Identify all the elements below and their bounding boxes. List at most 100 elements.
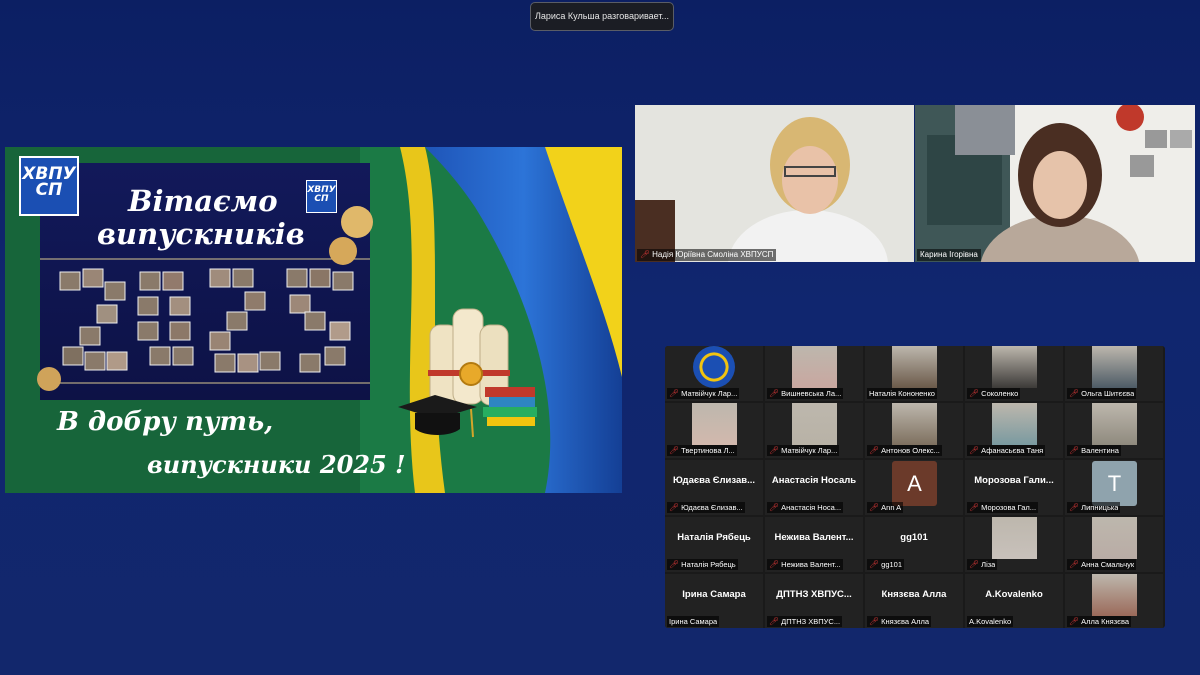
participant-video (1092, 403, 1137, 445)
mic-muted-icon: 🎤︎ (869, 446, 880, 455)
participant-display-name: Нежива Валент... (774, 532, 854, 543)
participant-name-label: 🎤︎ Морозова Гал... (967, 502, 1039, 513)
participant-tile[interactable]: Наталія Кононенко (865, 346, 963, 401)
participant-name-label: 🎤︎ Наталія Рябець (667, 559, 738, 570)
participant-name: Ann A (881, 503, 902, 512)
participant-tile[interactable]: 🎤︎ Валентина (1065, 403, 1163, 458)
slide-title-line1: Вітаємо (128, 184, 278, 218)
participant-name-label: 🎤︎ Матвійчук Лар... (767, 445, 840, 456)
participant-video (1092, 346, 1137, 388)
participant-name-label: 🎤︎ Юдаєва Єлизав... (667, 502, 745, 513)
mic-muted-icon: 🎤︎ (669, 446, 680, 455)
mic-muted-icon: 🎤︎ (769, 446, 780, 455)
speaker-name-label: Карина Ігорівна (917, 249, 981, 261)
participant-name-label: 🎤︎ Липницька (1067, 502, 1121, 513)
participant-display-name: Князєва Алла (881, 589, 947, 600)
mic-muted-icon: 🎤︎ (1069, 446, 1080, 455)
participant-video (792, 403, 837, 445)
participant-name: Алла Князєва (1081, 617, 1130, 626)
participant-tile[interactable]: 🎤︎ Антонов Олекс... (865, 403, 963, 458)
slide-farewell-line1: В добру путь, (57, 407, 274, 437)
participant-name-label: 🎤︎ Нежива Валент... (767, 559, 843, 570)
participant-video (992, 403, 1037, 445)
participant-name-label: Наталія Кононенко (867, 388, 937, 399)
shared-slide: ХВПУ СП ХВПУ СП Вітаємо випускників В до… (5, 147, 622, 493)
participant-display-name: Ірина Самара (682, 589, 746, 600)
participant-video (792, 346, 837, 388)
participant-name: gg101 (881, 560, 903, 569)
participant-tile[interactable]: 🎤︎ Алла Князєва (1065, 574, 1163, 628)
school-logo-small: ХВПУ СП (306, 180, 337, 213)
mic-muted-icon: 🎤︎ (769, 617, 780, 626)
participant-tile[interactable]: 🎤︎ Ольга Шитєєва (1065, 346, 1163, 401)
participant-tile[interactable]: 🎤︎ Матвійчук Лар... (665, 346, 763, 401)
participant-name-label: 🎤︎ Анастасія Носа... (767, 502, 844, 513)
participant-name: Князєва Алла (881, 617, 930, 626)
participant-name: Матвійчук Лар... (681, 389, 738, 398)
participant-video (992, 346, 1037, 388)
participant-name: Морозова Гал... (981, 503, 1037, 512)
participant-name: Наталія Кононенко (869, 389, 935, 398)
participant-name: Анна Смальчук (1081, 560, 1135, 569)
participant-tile[interactable]: 🎤︎ Матвійчук Лар... (765, 403, 863, 458)
participant-name: Матвійчук Лар... (781, 446, 838, 455)
mic-muted-icon: 🎤︎ (1069, 503, 1080, 512)
participant-tile[interactable]: 🎤︎ Анна Смальчук (1065, 517, 1163, 572)
participant-tile[interactable]: 🎤︎ Афанасьєва Таня (965, 403, 1063, 458)
speaker-video-1[interactable]: 🎤︎ Надія Юріївна Смоліна ХВПУСП (635, 105, 914, 262)
participant-name-label: 🎤︎ Ліза (967, 559, 998, 570)
participant-name-label: 🎤︎ Князєва Алла (867, 616, 932, 627)
mic-muted-icon: 🎤︎ (640, 250, 651, 259)
mic-muted-icon: 🎤︎ (669, 389, 680, 398)
participant-name-label: 🎤︎ Ann A (867, 502, 904, 513)
participant-gallery: 🎤︎ Матвійчук Лар... 🎤︎ Вишневська Ла... Ната… (665, 346, 1165, 628)
mic-muted-icon: 🎤︎ (969, 560, 980, 569)
participant-display-name: Наталія Рябець (677, 532, 751, 543)
participant-name: Вишневська Ла... (781, 389, 842, 398)
participant-tile[interactable]: Юдаєва Єлизав... 🎤︎ Юдаєва Єлизав... (665, 460, 763, 515)
participant-video (1092, 517, 1137, 559)
participant-tile[interactable]: ДПТНЗ ХВПУС... 🎤︎ ДПТНЗ ХВПУС... (765, 574, 863, 628)
speaker-name: Надія Юріївна Смоліна ХВПУСП (652, 250, 774, 259)
participant-name: Юдаєва Єлизав... (681, 503, 743, 512)
participant-name-label: 🎤︎ Валентина (1067, 445, 1121, 456)
participant-tile[interactable]: 🎤︎ Соколенко (965, 346, 1063, 401)
participant-tile[interactable]: Морозова Гали... 🎤︎ Морозова Гал... (965, 460, 1063, 515)
participant-tile[interactable]: Нежива Валент... 🎤︎ Нежива Валент... (765, 517, 863, 572)
books (483, 387, 537, 426)
participant-tile[interactable]: Князєва Алла 🎤︎ Князєва Алла (865, 574, 963, 628)
mic-muted-icon: 🎤︎ (969, 389, 980, 398)
participant-tile[interactable]: A.Kovalenko A.Kovalenko (965, 574, 1063, 628)
participant-name: Твертинова Л... (681, 446, 735, 455)
participant-display-name: Морозова Гали... (974, 475, 1054, 486)
participant-name: Ольга Шитєєва (1081, 389, 1135, 398)
participant-tile[interactable]: 🎤︎ Вишневська Ла... (765, 346, 863, 401)
speaker-name-label: 🎤︎ Надія Юріївна Смоліна ХВПУСП (637, 249, 777, 261)
speaker-1-feed (635, 105, 914, 262)
participant-name-label: 🎤︎ ДПТНЗ ХВПУС... (767, 616, 843, 627)
speaking-notification: Лариса Кульша разговаривает... (530, 2, 674, 31)
participant-name-label: Ірина Самара (667, 616, 720, 627)
speaker-video-2[interactable]: Карина Ігорівна (915, 105, 1195, 262)
participant-video (692, 403, 737, 445)
participant-name: Афанасьєва Таня (981, 446, 1044, 455)
participant-tile[interactable]: 🎤︎ Твертинова Л... (665, 403, 763, 458)
participant-name-label: 🎤︎ Антонов Олекс... (867, 445, 942, 456)
participant-tile[interactable]: Анастасія Носаль 🎤︎ Анастасія Носа... (765, 460, 863, 515)
participant-name: Липницька (1081, 503, 1119, 512)
participant-avatar: A (892, 461, 937, 506)
mic-muted-icon: 🎤︎ (1069, 389, 1080, 398)
participant-tile[interactable]: gg101 🎤︎ gg101 (865, 517, 963, 572)
participant-name: Нежива Валент... (781, 560, 841, 569)
participant-tile[interactable]: A 🎤︎ Ann A (865, 460, 963, 515)
participant-tile[interactable]: Наталія Рябець 🎤︎ Наталія Рябець (665, 517, 763, 572)
participant-tile[interactable]: Ірина Самара Ірина Самара (665, 574, 763, 628)
participant-tile[interactable]: T 🎤︎ Липницька (1065, 460, 1163, 515)
mic-muted-icon: 🎤︎ (769, 503, 780, 512)
participant-tile[interactable]: 🎤︎ Ліза (965, 517, 1063, 572)
participant-logo-icon (693, 346, 735, 388)
participant-name-label: 🎤︎ Матвійчук Лар... (667, 388, 740, 399)
participant-display-name: gg101 (900, 532, 928, 543)
participant-display-name: ДПТНЗ ХВПУС... (776, 589, 852, 600)
participant-name-label: 🎤︎ Анна Смальчук (1067, 559, 1137, 570)
